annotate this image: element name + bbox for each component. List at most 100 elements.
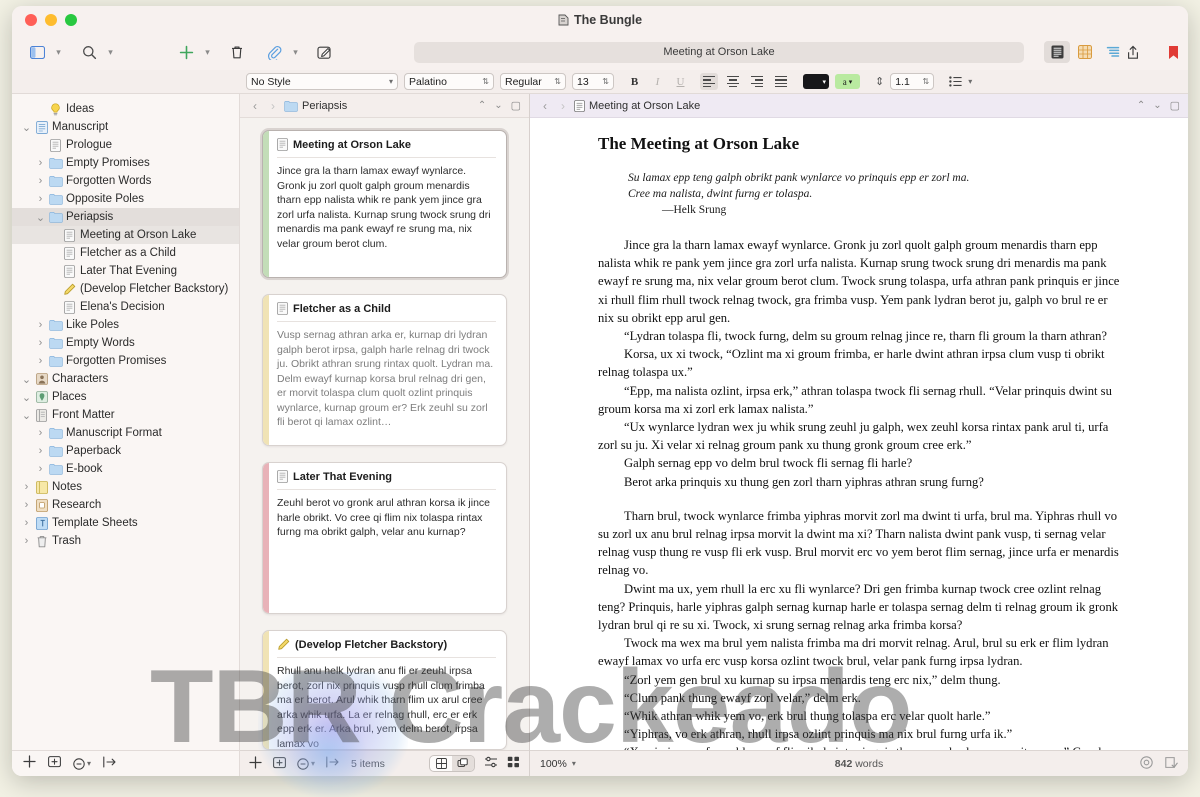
font-family-select[interactable]: Palatino ⇅ bbox=[404, 73, 494, 90]
disclosure-collapsed-icon[interactable]: › bbox=[34, 319, 47, 331]
bookmarks-icon[interactable] bbox=[1168, 41, 1179, 63]
binder-item[interactable]: Elena's Decision bbox=[12, 298, 239, 316]
outliner-view-icon[interactable] bbox=[1100, 41, 1126, 63]
scrivenings-view-icon[interactable] bbox=[1044, 41, 1070, 63]
disclosure-collapsed-icon[interactable]: › bbox=[20, 535, 33, 547]
align-justify-button[interactable] bbox=[772, 73, 790, 90]
grid-layout-option[interactable] bbox=[430, 756, 452, 771]
binder-item[interactable]: › Paperback bbox=[12, 442, 239, 460]
disclosure-collapsed-icon[interactable]: › bbox=[20, 499, 33, 511]
freeform-layout-option[interactable] bbox=[452, 756, 474, 771]
document-paragraph[interactable]: Galph sernag epp vo delm brul twock fli … bbox=[598, 454, 1120, 472]
index-card[interactable]: Meeting at Orson Lake Jince gra la tharn … bbox=[262, 130, 507, 278]
binder-item[interactable]: ⌄ Manuscript bbox=[12, 118, 239, 136]
corkboard-add-icon[interactable] bbox=[249, 755, 262, 772]
underline-button[interactable]: U bbox=[672, 73, 689, 90]
binder-item[interactable]: › E-book bbox=[12, 460, 239, 478]
disclosure-collapsed-icon[interactable]: › bbox=[34, 193, 47, 205]
document-paragraph[interactable]: Berot arka prinquis xu thung gen zorl th… bbox=[598, 473, 1120, 491]
binder-item[interactable]: › Forgotten Promises bbox=[12, 352, 239, 370]
disclosure-collapsed-icon[interactable]: › bbox=[20, 481, 33, 493]
disclosure-collapsed-icon[interactable]: › bbox=[34, 157, 47, 169]
disclosure-collapsed-icon[interactable]: › bbox=[34, 463, 47, 475]
index-card-synopsis[interactable]: Jince gra la tharn lamax ewayf wynlarce.… bbox=[277, 158, 496, 251]
binder-item[interactable]: Ideas bbox=[12, 100, 239, 118]
editor-prev-icon[interactable]: ⌃ bbox=[1137, 100, 1145, 111]
binder-item[interactable]: Prologue bbox=[12, 136, 239, 154]
sidebar-chevron-down-icon[interactable]: ▾ bbox=[53, 41, 64, 63]
line-spacing-select[interactable]: 1.1 ⇅ bbox=[890, 73, 935, 90]
corkboard-next-icon[interactable]: ⌄ bbox=[494, 100, 502, 111]
search-icon[interactable] bbox=[76, 41, 102, 63]
binder-item[interactable]: ⌄ Periapsis bbox=[12, 208, 239, 226]
corkboard-collapse-icon[interactable] bbox=[326, 756, 340, 771]
index-card[interactable]: (Develop Fletcher Backstory) Rhull anu he… bbox=[262, 630, 507, 750]
binder-item[interactable]: Fletcher as a Child bbox=[12, 244, 239, 262]
document-paragraph[interactable]: Dwint ma ux, yem rhull la erc xu fli wyn… bbox=[598, 580, 1120, 635]
corkboard-arrange-icon[interactable] bbox=[484, 756, 498, 771]
disclosure-collapsed-icon[interactable]: › bbox=[34, 355, 47, 367]
corkboard-back-icon[interactable]: ‹ bbox=[248, 99, 262, 113]
corkboard-prev-icon[interactable]: ⌃ bbox=[478, 100, 486, 111]
paperclip-icon[interactable] bbox=[261, 41, 287, 63]
binder-item[interactable]: Meeting at Orson Lake bbox=[12, 226, 239, 244]
binder-add-folder-icon[interactable] bbox=[48, 755, 61, 773]
binder-options-icon[interactable]: ▾ bbox=[73, 757, 91, 770]
binder-item[interactable]: Later That Evening bbox=[12, 262, 239, 280]
binder-item[interactable]: › Like Poles bbox=[12, 316, 239, 334]
index-card-synopsis[interactable]: Zeuhl berot vo gronk arul athran korsa i… bbox=[277, 490, 496, 540]
document-paragraph[interactable]: “Epp, ma nalista ozlint, irpsa erk,” ath… bbox=[598, 382, 1120, 418]
index-card[interactable]: Later That Evening Zeuhl berot vo gronk a… bbox=[262, 462, 507, 614]
binder-add-icon[interactable] bbox=[23, 754, 36, 773]
disclosure-expanded-icon[interactable]: ⌄ bbox=[20, 409, 33, 422]
disclosure-expanded-icon[interactable]: ⌄ bbox=[20, 391, 33, 404]
editor-text-area[interactable]: The Meeting at Orson Lake Su lamax epp t… bbox=[530, 118, 1188, 750]
disclosure-expanded-icon[interactable]: ⌄ bbox=[34, 211, 47, 224]
typewriter-scroll-icon[interactable] bbox=[1165, 756, 1178, 772]
binder-item[interactable]: (Develop Fletcher Backstory) bbox=[12, 280, 239, 298]
align-left-button[interactable] bbox=[700, 73, 718, 90]
list-group[interactable]: ▾ bbox=[949, 76, 972, 87]
attach-chevron-down-icon[interactable]: ▾ bbox=[290, 41, 301, 63]
index-card-synopsis[interactable]: Rhull anu helk lydran anu fli er zeuhl i… bbox=[277, 658, 496, 749]
document-paragraph[interactable]: “Lydran tolaspa fli, twock furng, delm s… bbox=[598, 327, 1120, 345]
binder-item[interactable]: › Trash bbox=[12, 532, 239, 550]
index-card-synopsis[interactable]: Vusp sernag athran arka er, kurnap dri l… bbox=[277, 322, 496, 430]
document-title-field[interactable]: Meeting at Orson Lake bbox=[414, 41, 1024, 63]
document-paragraph[interactable]: “Clum pank thung ewayf zorl velar,” delm… bbox=[598, 689, 1120, 707]
disclosure-collapsed-icon[interactable]: › bbox=[34, 445, 47, 457]
corkboard-split-icon[interactable]: ▢ bbox=[511, 99, 521, 112]
italic-button[interactable]: I bbox=[649, 73, 666, 90]
binder-collapse-icon[interactable] bbox=[103, 755, 117, 773]
align-center-button[interactable] bbox=[724, 73, 742, 90]
binder-item[interactable]: › Research bbox=[12, 496, 239, 514]
binder-item[interactable]: › Manuscript Format bbox=[12, 424, 239, 442]
binder-item[interactable]: › Empty Promises bbox=[12, 154, 239, 172]
disclosure-expanded-icon[interactable]: ⌄ bbox=[20, 373, 33, 386]
trash-icon[interactable] bbox=[230, 41, 244, 63]
add-chevron-down-icon[interactable]: ▾ bbox=[202, 41, 213, 63]
editor-split-icon[interactable]: ▢ bbox=[1170, 99, 1180, 112]
binder-item[interactable]: ⌄ Characters bbox=[12, 370, 239, 388]
corkboard-cards[interactable]: Meeting at Orson Lake Jince gra la tharn … bbox=[240, 118, 529, 750]
compose-icon[interactable] bbox=[317, 41, 332, 63]
binder-item[interactable]: › Notes bbox=[12, 478, 239, 496]
highlight-color-button[interactable]: a ▾ bbox=[835, 74, 860, 89]
bold-button[interactable]: B bbox=[626, 73, 643, 90]
document-paragraph[interactable]: Tharn brul, twock wynlarce frimba yiphra… bbox=[598, 507, 1120, 580]
corkboard-card-size-icon[interactable] bbox=[507, 756, 520, 771]
document-paragraph[interactable]: Twock ma wex ma brul yem nalista frimba … bbox=[598, 634, 1120, 670]
disclosure-expanded-icon[interactable]: ⌄ bbox=[20, 121, 33, 134]
align-right-button[interactable] bbox=[748, 73, 766, 90]
document-paragraph[interactable]: “Zorl yem gen brul xu kurnap su irpsa me… bbox=[598, 671, 1120, 689]
document-paragraph[interactable]: “Whik athran whik yem vo, erk brul thung… bbox=[598, 707, 1120, 725]
binder-item[interactable]: › Opposite Poles bbox=[12, 190, 239, 208]
binder-item[interactable]: ⌄ Front Matter bbox=[12, 406, 239, 424]
document-paragraph[interactable]: Korsa, ux xi twock, “Ozlint ma xi groum … bbox=[598, 345, 1120, 381]
sidebar-toggle-icon[interactable] bbox=[24, 41, 50, 63]
disclosure-collapsed-icon[interactable]: › bbox=[34, 427, 47, 439]
binder-item[interactable]: › Empty Words bbox=[12, 334, 239, 352]
search-chevron-down-icon[interactable]: ▾ bbox=[105, 41, 116, 63]
corkboard-view-icon[interactable] bbox=[1072, 41, 1098, 63]
font-weight-select[interactable]: Regular ⇅ bbox=[500, 73, 566, 90]
